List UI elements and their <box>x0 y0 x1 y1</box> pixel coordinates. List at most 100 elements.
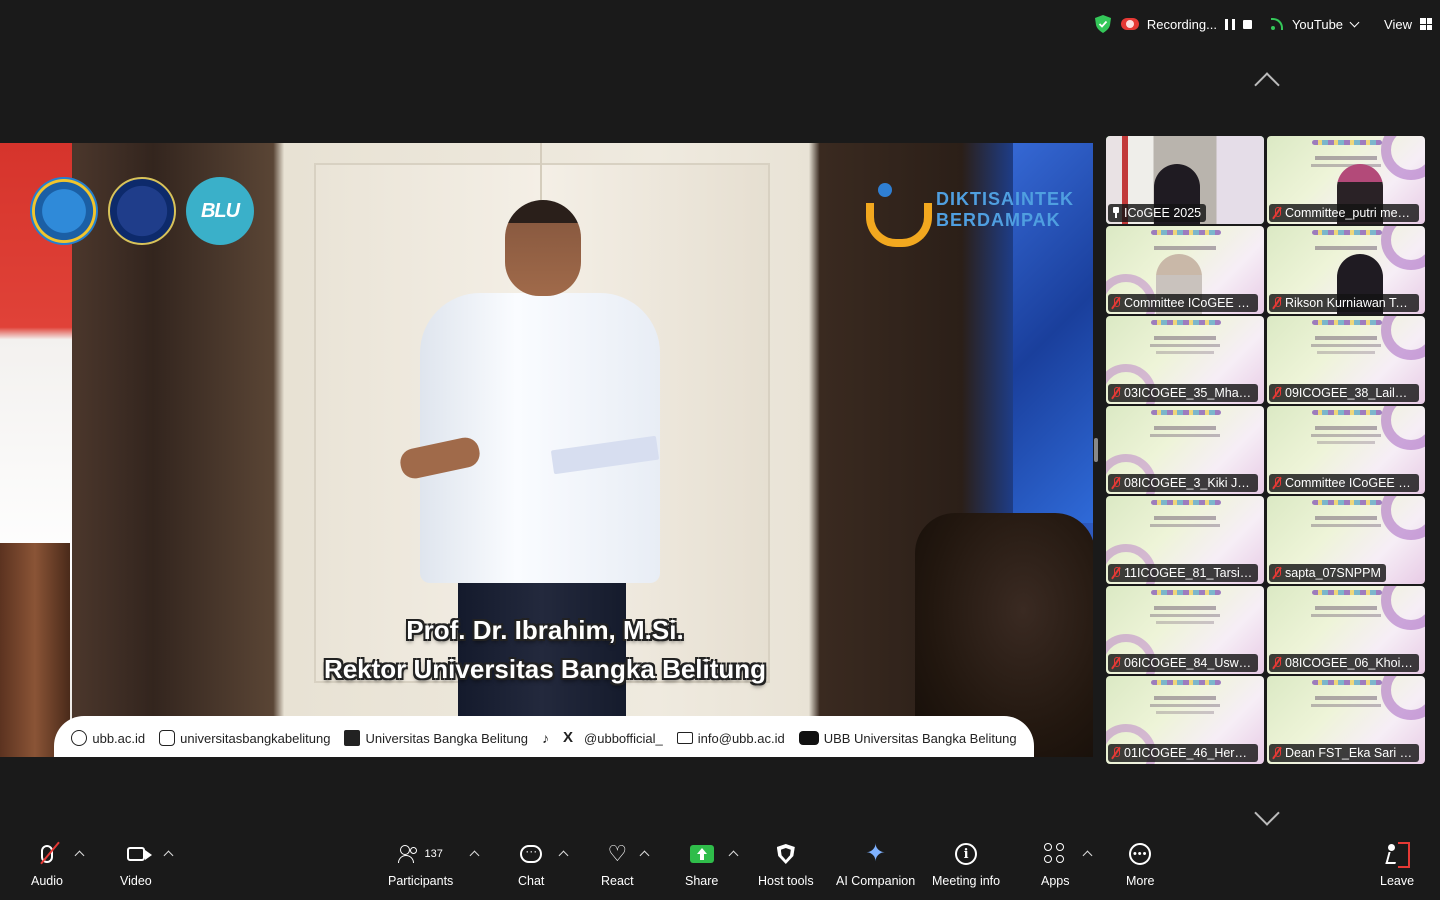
participant-tile[interactable]: Committee_putri men... <box>1267 136 1425 224</box>
chevron-down-icon <box>1349 17 1360 27</box>
mic-muted-icon <box>1111 657 1121 669</box>
speaker-body <box>420 293 660 583</box>
meeting-info-button[interactable]: i Meeting info <box>932 842 1000 888</box>
host-tools-button[interactable]: Host tools <box>758 842 814 888</box>
participant-tile[interactable]: 08ICOGEE_3_Kiki Ju... <box>1106 406 1264 494</box>
participant-name-tag: Committee ICoGEE 20... <box>1108 294 1258 312</box>
leave-button[interactable]: Leave <box>1380 842 1414 888</box>
participant-tile[interactable]: Committee ICoGEE 20... <box>1106 226 1264 314</box>
apps-label: Apps <box>1041 874 1070 888</box>
stop-recording-icon[interactable] <box>1242 19 1252 29</box>
mic-muted-icon <box>1272 387 1282 399</box>
tut-wuri-handayani-logo <box>30 177 98 245</box>
react-options-caret[interactable] <box>639 850 650 861</box>
participant-tile[interactable]: Dean FST_Eka Sari Wi... <box>1267 676 1425 764</box>
participant-tile[interactable]: 06ICOGEE_84_Uswat... <box>1106 586 1264 674</box>
chat-bubble-icon <box>520 844 543 863</box>
caption-name: Prof. Dr. Ibrahim, M.Si. <box>406 615 684 645</box>
participant-name-tag: ICoGEE 2025 <box>1108 204 1207 222</box>
view-button[interactable]: View <box>1384 17 1432 32</box>
participant-tile[interactable]: 08ICOGEE_06_Khoiru... <box>1267 586 1425 674</box>
livestream-dropdown[interactable]: YouTube <box>1270 16 1360 32</box>
ubb-logo <box>108 177 176 245</box>
meeting-info-label: Meeting info <box>932 874 1001 888</box>
participants-options-caret[interactable] <box>469 850 480 861</box>
participant-tile[interactable]: 01ICOGEE_46_Herma... <box>1106 676 1264 764</box>
participant-name-tag: Rikson Kurniawan Tan... <box>1269 294 1419 312</box>
livestream-label: YouTube <box>1291 16 1344 32</box>
active-speaker-video[interactable]: BLU DIKTISAINTEK BERDAMPAK Prof. Dr. Ibr… <box>0 143 1093 757</box>
audio-options-caret[interactable] <box>74 850 85 861</box>
ai-companion-button[interactable]: ✦ AI Companion <box>836 840 915 889</box>
mic-muted-icon <box>1111 747 1121 759</box>
participant-name-tag: 08ICOGEE_06_Khoiru... <box>1269 654 1419 672</box>
chat-options-caret[interactable] <box>558 850 569 861</box>
participants-label: Participants <box>388 874 454 888</box>
shield-icon <box>776 844 795 864</box>
mic-muted-icon <box>1111 477 1121 489</box>
mic-muted-icon <box>1111 297 1121 309</box>
participant-name-tag: 06ICOGEE_84_Uswat... <box>1108 654 1258 672</box>
participant-name-tag: Dean FST_Eka Sari Wi... <box>1269 744 1419 762</box>
mic-muted-icon <box>1272 207 1282 219</box>
diktisaintek-mark-icon <box>860 179 932 247</box>
globe-icon <box>71 730 88 746</box>
sparkle-icon: ✦ <box>865 840 886 867</box>
participant-name-tag: 03ICOGEE_35_Mham... <box>1108 384 1258 402</box>
video-camera-icon <box>126 847 152 861</box>
recording-indicator: Recording... <box>1120 16 1252 32</box>
participant-tile[interactable]: 09ICOGEE_38_Lailatu... <box>1267 316 1425 404</box>
recording-label: Recording... <box>1146 16 1217 32</box>
participant-tile[interactable]: 11ICOGEE_81_Tarsisiu... <box>1106 496 1264 584</box>
participant-tile[interactable]: 03ICOGEE_35_Mham... <box>1106 316 1264 404</box>
mic-muted-icon <box>1272 297 1282 309</box>
instagram-icon <box>159 730 176 746</box>
participant-tile[interactable]: ICoGEE 2025 <box>1106 136 1264 224</box>
share-options-caret[interactable] <box>728 850 739 861</box>
chair-left <box>0 543 70 757</box>
participant-tile[interactable]: sapta_07SNPPM <box>1267 496 1425 584</box>
participant-name-tag: Committee ICoGEE 20... <box>1269 474 1419 492</box>
heart-icon: ♡ <box>607 841 628 866</box>
share-label: Share <box>685 874 719 888</box>
react-button[interactable]: ♡ React <box>601 841 634 889</box>
apps-button[interactable]: Apps <box>1041 842 1070 888</box>
host-tools-label: Host tools <box>758 874 814 888</box>
apps-options-caret[interactable] <box>1082 850 1093 861</box>
more-label: More <box>1126 874 1155 888</box>
recording-icon <box>1120 18 1139 30</box>
share-screen-button[interactable]: Share <box>685 842 718 888</box>
brand-line-1: DIKTISAINTEK <box>936 189 1074 209</box>
facebook-icon <box>344 730 361 746</box>
more-button[interactable]: ••• More <box>1126 842 1154 888</box>
participant-tile[interactable]: Committee ICoGEE 20... <box>1267 406 1425 494</box>
blu-logo: BLU <box>186 177 254 245</box>
more-dots-icon: ••• <box>1129 843 1152 865</box>
footer-tiktok-x: ♪ X @ubbofficial_ <box>542 729 663 747</box>
chat-button[interactable]: Chat <box>518 842 544 888</box>
gallery-scroll-up-button[interactable] <box>1250 70 1282 86</box>
video-label: Video <box>120 874 152 888</box>
caption-title: Rektor Universitas Bangka Belitung <box>323 654 767 684</box>
livestream-icon <box>1270 17 1284 31</box>
audio-button[interactable]: Audio <box>31 841 63 888</box>
encryption-shield-icon[interactable] <box>1094 15 1111 33</box>
youtube-icon <box>798 731 819 745</box>
mic-muted-icon <box>1111 567 1121 579</box>
speaker-caption: Prof. Dr. Ibrahim, M.Si. Rektor Universi… <box>280 613 810 691</box>
participants-icon <box>398 845 420 863</box>
participant-name-tag: 09ICOGEE_38_Lailatu... <box>1269 384 1419 402</box>
react-label: React <box>601 874 634 888</box>
footer-facebook: Universitas Bangka Belitung <box>344 730 528 746</box>
meeting-status-bar: Recording... YouTube View <box>1094 8 1432 40</box>
participants-button[interactable]: 137 Participants <box>388 842 453 888</box>
gallery-scroll-down-button[interactable] <box>1250 810 1282 826</box>
mic-muted-icon <box>1272 747 1282 759</box>
participant-name-tag: sapta_07SNPPM <box>1269 564 1386 582</box>
video-button[interactable]: Video <box>120 842 152 888</box>
participant-tile[interactable]: Rikson Kurniawan Tan... <box>1267 226 1425 314</box>
panel-resize-handle[interactable] <box>1094 438 1098 462</box>
social-footer-band: ubb.ac.id universitasbangkabelitung Univ… <box>54 716 1034 757</box>
pause-recording-icon[interactable] <box>1224 18 1235 30</box>
video-options-caret[interactable] <box>163 850 174 861</box>
